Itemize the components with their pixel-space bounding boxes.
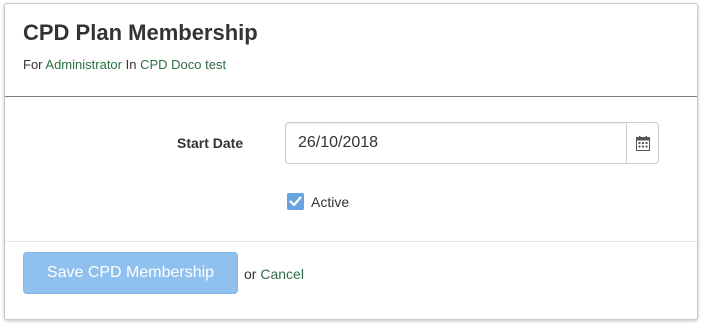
footer-actions: or Cancel xyxy=(244,266,304,282)
start-date-group xyxy=(285,122,659,164)
plan-link[interactable]: CPD Doco test xyxy=(140,57,226,72)
save-cpd-membership-button[interactable]: Save CPD Membership xyxy=(23,252,238,294)
footer-divider xyxy=(5,241,697,242)
membership-panel: CPD Plan Membership For Administrator In… xyxy=(4,3,698,320)
subtitle-for-text: For xyxy=(23,57,43,72)
header-divider xyxy=(5,96,697,97)
calendar-button[interactable] xyxy=(626,122,659,164)
subtitle: For Administrator In CPD Doco test xyxy=(23,57,226,72)
start-date-input[interactable] xyxy=(285,122,626,164)
start-date-label: Start Date xyxy=(177,135,244,151)
page-title: CPD Plan Membership xyxy=(23,20,258,45)
active-checkbox[interactable] xyxy=(287,193,304,210)
or-text: or xyxy=(244,266,257,282)
active-row: Active xyxy=(287,193,349,210)
checkmark-icon xyxy=(289,196,302,207)
cancel-link[interactable]: Cancel xyxy=(260,266,304,282)
calendar-icon xyxy=(635,135,650,151)
subtitle-in-text: In xyxy=(125,57,137,72)
administrator-link[interactable]: Administrator xyxy=(45,57,122,72)
active-label: Active xyxy=(311,193,350,210)
